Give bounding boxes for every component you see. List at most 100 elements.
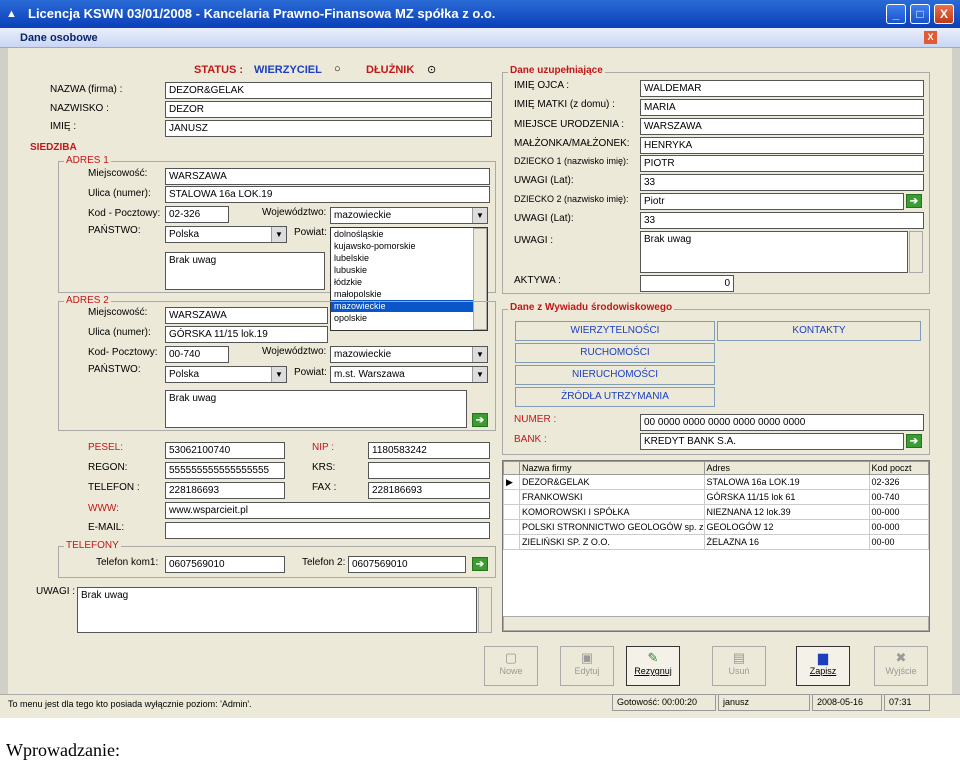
addr2-city-field[interactable]: WARSZAWA <box>165 307 328 324</box>
save-button[interactable]: ▆ Zapisz <box>796 646 850 686</box>
arrow-right-icon[interactable]: ➔ <box>472 413 488 427</box>
birthplace-field[interactable]: WARSZAWA <box>640 118 924 135</box>
remarks-field[interactable]: Brak uwag <box>77 587 477 633</box>
grid-header[interactable]: Adres <box>703 461 870 475</box>
grid-cell[interactable]: 02-326 <box>868 474 930 490</box>
list-item[interactable]: dolnośląskie <box>331 228 487 240</box>
grid-cell[interactable]: FRANKOWSKI <box>519 489 705 505</box>
spouse-field[interactable]: HENRYKA <box>640 137 924 154</box>
chevron-down-icon[interactable]: ▼ <box>472 208 487 223</box>
addr2-notes-field[interactable]: Brak uwag <box>165 390 467 428</box>
exit-button[interactable]: ✖ Wyjście <box>874 646 928 686</box>
table-row[interactable]: ▶ DEZOR&GELAK STALOWA 16a LOK.19 02-326 <box>503 474 930 490</box>
nip-field[interactable]: 1180583242 <box>368 442 490 459</box>
remarks-scrollbar[interactable] <box>478 587 492 633</box>
movables-button[interactable]: RUCHOMOŚCI <box>515 343 715 363</box>
mother-field[interactable]: MARIA <box>640 99 924 116</box>
child2-age-field[interactable]: 33 <box>640 212 924 229</box>
list-item[interactable]: lubelskie <box>331 252 487 264</box>
real-estate-button[interactable]: NIERUCHOMOŚCI <box>515 365 715 385</box>
arrow-right-icon[interactable]: ➔ <box>906 194 922 208</box>
name-field[interactable]: DEZOR&GELAK <box>165 82 492 99</box>
minimize-button[interactable]: _ <box>886 4 906 24</box>
grid-cell[interactable]: KOMOROWSKI I SPÓŁKA <box>519 504 705 520</box>
contacts-button[interactable]: KONTAKTY <box>717 321 921 341</box>
grid-header[interactable]: Nazwa firmy <box>519 461 705 475</box>
maximize-button[interactable]: □ <box>910 4 930 24</box>
father-field[interactable]: WALDEMAR <box>640 80 924 97</box>
grid-cell[interactable]: GEOLOGÓW 12 <box>703 519 870 535</box>
edit-button[interactable]: ▣ Edytuj <box>560 646 614 686</box>
child2-field[interactable]: Piotr <box>640 193 904 210</box>
addr1-street-field[interactable]: STALOWA 16a LOK.19 <box>165 186 490 203</box>
grid-cell[interactable]: 00-00 <box>868 534 930 550</box>
grid-cell[interactable]: ŻELAZNA 16 <box>703 534 870 550</box>
phone-field[interactable]: 228186693 <box>165 482 285 499</box>
addr1-country-select[interactable]: Polska ▼ <box>165 226 287 243</box>
addr2-powiat-select[interactable]: m.st. Warszawa ▼ <box>330 366 488 383</box>
arrow-right-icon[interactable]: ➔ <box>472 557 488 571</box>
addr1-notes-field[interactable]: Brak uwag <box>165 252 325 290</box>
list-item[interactable]: kujawsko-pomorskie <box>331 240 487 252</box>
firstname-field[interactable]: JANUSZ <box>165 120 492 137</box>
new-button[interactable]: ▢ Nowe <box>484 646 538 686</box>
email-field[interactable] <box>165 522 490 539</box>
chevron-down-icon[interactable]: ▼ <box>472 367 487 382</box>
surname-field[interactable]: DEZOR <box>165 101 492 118</box>
list-item[interactable]: łódzkie <box>331 276 487 288</box>
list-item[interactable]: małopolskie <box>331 288 487 300</box>
debtor-radio[interactable]: ⊙ <box>427 63 436 76</box>
chevron-down-icon[interactable]: ▼ <box>271 227 286 242</box>
companies-grid[interactable]: Nazwa firmy Adres Kod poczt ▶ DEZOR&GELAK ST… <box>502 460 930 632</box>
table-row[interactable]: FRANKOWSKI GÓRSKA 11/15 lok 61 00-740 <box>503 489 930 505</box>
fax-field[interactable]: 228186693 <box>368 482 490 499</box>
phone-label: TELEFON : <box>88 482 140 493</box>
addr1-city-field[interactable]: WARSZAWA <box>165 168 490 185</box>
mobile1-field[interactable]: 0607569010 <box>165 556 285 573</box>
addr2-zip-field[interactable]: 00-740 <box>165 346 229 363</box>
chevron-down-icon[interactable]: ▼ <box>271 367 286 382</box>
creditor-radio[interactable]: ○ <box>334 63 341 75</box>
grid-cell[interactable]: NIEZNANA 12 lok.39 <box>703 504 870 520</box>
grid-cell[interactable]: DEZOR&GELAK <box>519 474 705 490</box>
grid-cell[interactable]: ZIELIŃSKI SP. Z O.O. <box>519 534 705 550</box>
grid-cell[interactable]: GÓRSKA 11/15 lok 61 <box>703 489 870 505</box>
table-row[interactable]: POLSKI STRONNICTWO GEOLOGÓW sp. z GEOLOGÓ… <box>503 519 930 535</box>
grid-cell[interactable]: STALOWA 16a LOK.19 <box>703 474 870 490</box>
regon-field[interactable]: 555555555555555555 <box>165 462 285 479</box>
extra-remarks-scrollbar[interactable] <box>909 231 923 273</box>
grid-cell[interactable]: 00-740 <box>868 489 930 505</box>
grid-cell[interactable]: POLSKI STRONNICTWO GEOLOGÓW sp. z <box>519 519 705 535</box>
receivables-button[interactable]: WIERZYTELNOŚCI <box>515 321 715 341</box>
table-row[interactable]: ZIELIŃSKI SP. Z O.O. ŻELAZNA 16 00-00 <box>503 534 930 550</box>
form-close-button[interactable]: X <box>924 31 937 44</box>
delete-button[interactable]: ▤ Usuń <box>712 646 766 686</box>
status-ready: Gotowość: 00:00:20 <box>612 694 716 711</box>
grid-cell[interactable]: 00-000 <box>868 519 930 535</box>
child1-field[interactable]: PIOTR <box>640 155 924 172</box>
arrow-right-icon[interactable]: ➔ <box>906 434 922 448</box>
phone2-field[interactable]: 0607569010 <box>348 556 466 573</box>
krs-field[interactable] <box>368 462 490 479</box>
addr2-voiv-select[interactable]: mazowieckie ▼ <box>330 346 488 363</box>
extra-remarks-field[interactable]: Brak uwag <box>640 231 908 273</box>
assets-field[interactable]: 0 <box>640 275 734 292</box>
bank-field[interactable]: KREDYT BANK S.A. <box>640 433 904 450</box>
grid-horizontal-scrollbar[interactable] <box>503 616 929 631</box>
www-field[interactable]: www.wsparcieit.pl <box>165 502 490 519</box>
income-sources-button[interactable]: ŻRÓDŁA UTRZYMANIA <box>515 387 715 407</box>
addr1-zip-field[interactable]: 02-326 <box>165 206 229 223</box>
addr2-street-field[interactable]: GÓRSKA 11/15 lok.19 <box>165 326 328 343</box>
grid-cell[interactable]: 00-000 <box>868 504 930 520</box>
chevron-down-icon[interactable]: ▼ <box>472 347 487 362</box>
addr2-country-select[interactable]: Polska ▼ <box>165 366 287 383</box>
table-row[interactable]: KOMOROWSKI I SPÓŁKA NIEZNANA 12 lok.39 00-… <box>503 504 930 520</box>
account-number-field[interactable]: 00 0000 0000 0000 0000 0000 0000 <box>640 414 924 431</box>
addr1-voiv-select[interactable]: mazowieckie ▼ <box>330 207 488 224</box>
pesel-field[interactable]: 53062100740 <box>165 442 285 459</box>
child1-age-field[interactable]: 33 <box>640 174 924 191</box>
close-button[interactable]: X <box>934 4 954 24</box>
cancel-button[interactable]: ✎ Rezygnuj <box>626 646 680 686</box>
grid-header[interactable]: Kod poczt <box>868 461 930 475</box>
list-item[interactable]: lubuskie <box>331 264 487 276</box>
